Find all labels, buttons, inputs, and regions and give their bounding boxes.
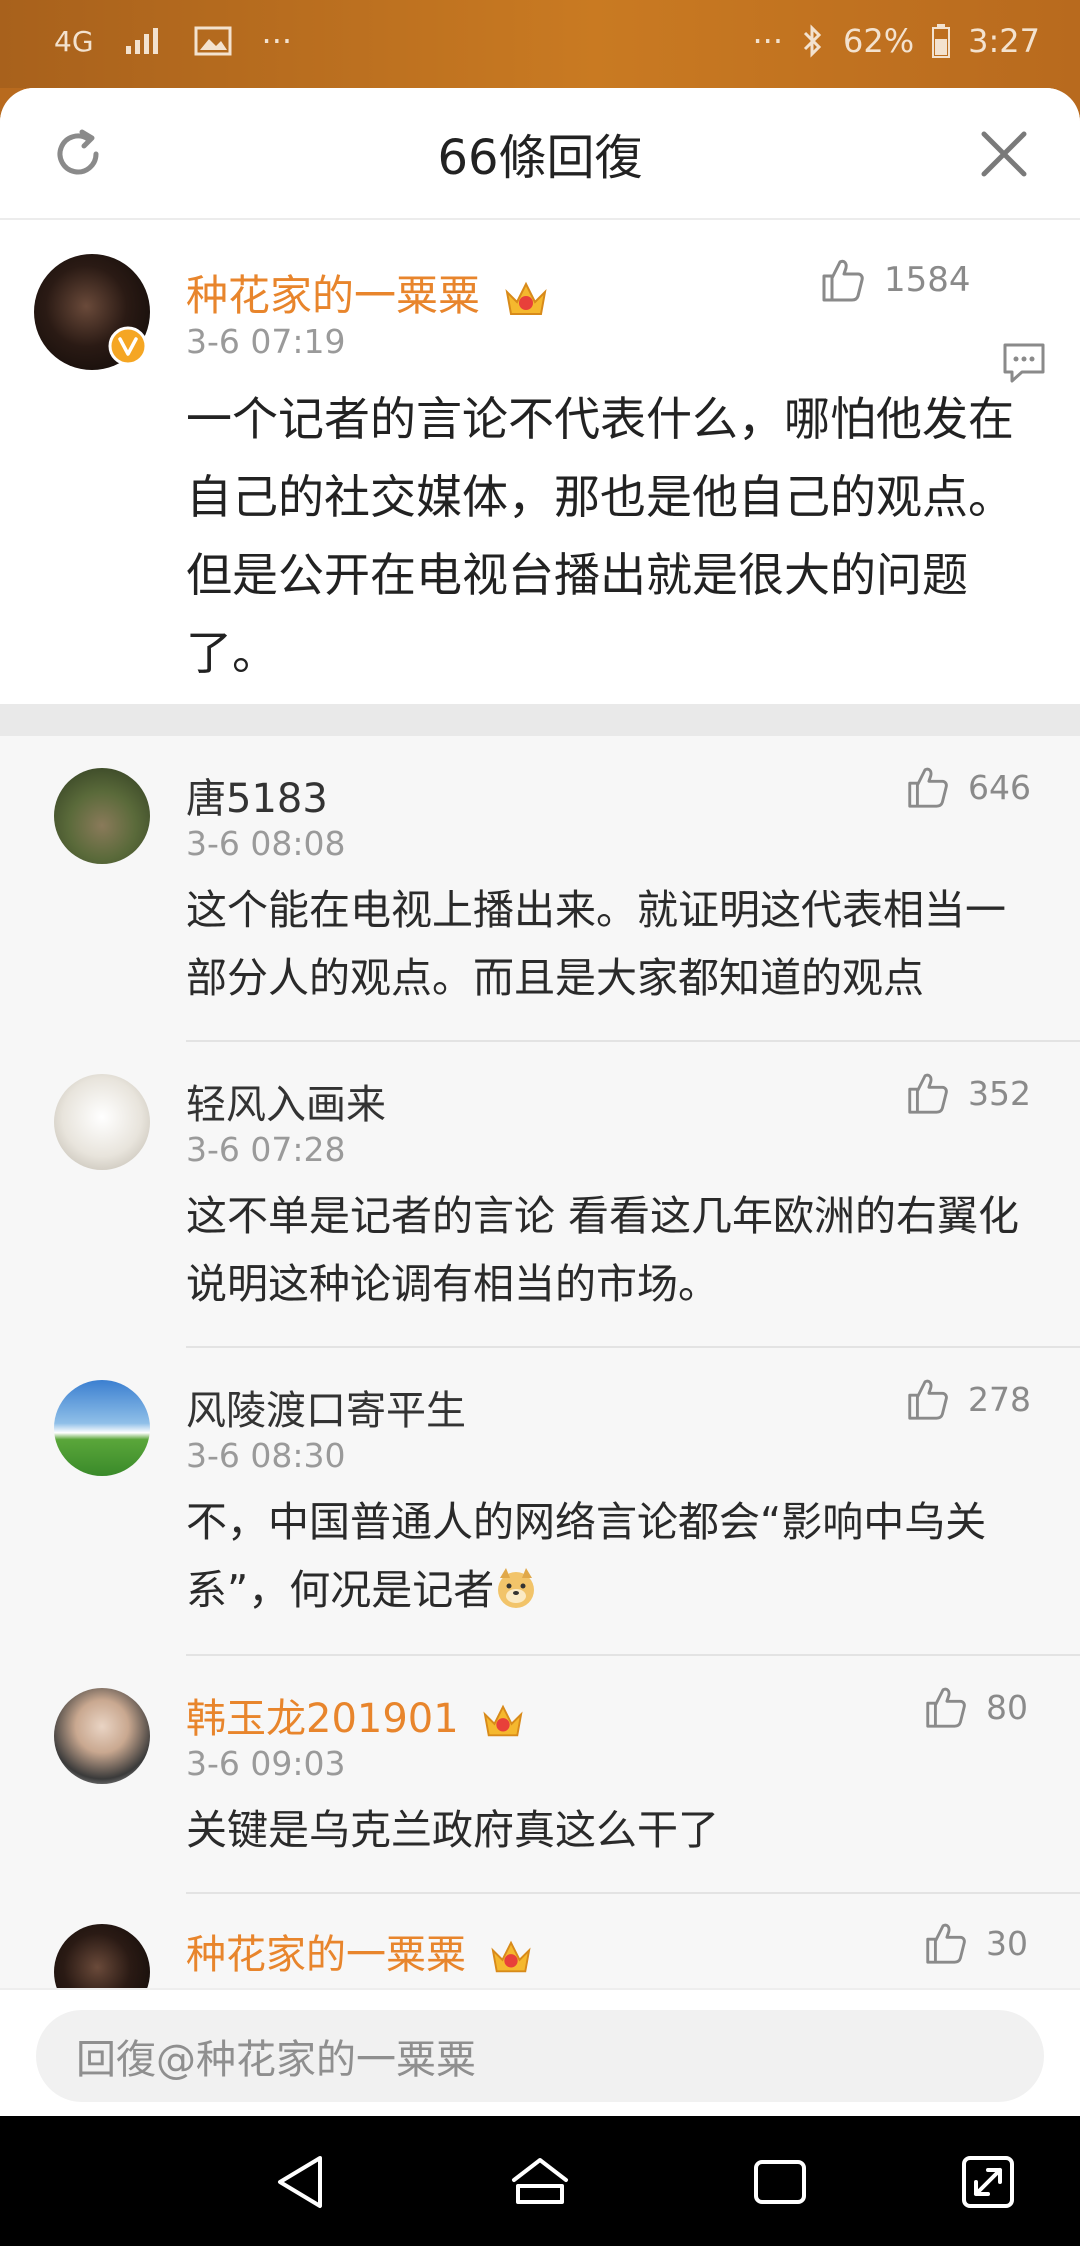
like-count: 80: [986, 1687, 1028, 1727]
verified-badge-icon: [108, 326, 148, 366]
comment-content: 不，中国普通人的网络言论都会“影响中乌关系”，何况是记者: [186, 1488, 1036, 1624]
recent-apps-icon[interactable]: [748, 2150, 812, 2214]
sheet-title: 66條回復: [437, 130, 643, 186]
username[interactable]: 韩玉龙201901: [186, 1686, 525, 1744]
list-item[interactable]: 唐5183 3-6 08:08 646 这个能在电视上播出来。就证明这代表相当一…: [0, 736, 1080, 1042]
timestamp: 3-6 08:08: [186, 824, 346, 863]
back-icon[interactable]: [268, 2150, 332, 2214]
reply-bar: 回復@种花家的一粟粟: [0, 1988, 1080, 2116]
doge-emoji-icon: [498, 1568, 535, 1608]
username[interactable]: 轻风入画来: [186, 1072, 386, 1130]
timestamp: 3-6 09:03: [186, 1744, 346, 1783]
thumbs-up-icon: [926, 1687, 966, 1728]
username-text[interactable]: 韩玉龙201901: [186, 1696, 459, 1742]
username-text[interactable]: 种花家的一粟粟: [186, 271, 480, 320]
vip-crown-icon: [483, 1704, 523, 1737]
username[interactable]: 唐5183: [186, 766, 328, 824]
timestamp: 3-6 08:30: [186, 1436, 346, 1475]
gallery-icon: [194, 26, 232, 56]
clock: 3:27: [968, 22, 1040, 60]
vip-crown-icon: [505, 281, 547, 315]
reply-input[interactable]: 回復@种花家的一粟粟: [36, 2010, 1044, 2102]
like-button[interactable]: 30: [922, 1920, 1028, 1966]
avatar[interactable]: [54, 1074, 150, 1170]
comment-content: 这个能在电视上播出来。就证明这代表相当一部分人的观点。而且是大家都知道的观点: [186, 886, 1006, 1002]
battery-icon: [932, 24, 951, 58]
comment-content: 关键是乌克兰政府真这么干了: [186, 1806, 719, 1854]
avatar[interactable]: [54, 1688, 150, 1784]
timestamp: 3-6 07:28: [186, 1130, 346, 1169]
reply-placeholder: 回復@种花家的一粟粟: [76, 2037, 476, 2083]
network-label: 4G: [54, 24, 94, 58]
avatar[interactable]: [54, 1380, 150, 1476]
expand-icon[interactable]: [956, 2150, 1020, 2214]
root-comment: 种花家的一粟粟 3-6 07:19 1584 一个记者的言论不代表什么，哪怕他发…: [0, 220, 1080, 704]
list-item[interactable]: 轻风入画来 3-6 07:28 352 这不单是记者的言论 看看这几年欧洲的右翼…: [0, 1042, 1080, 1348]
status-dots-left: ···: [261, 22, 293, 60]
status-bar: 4G ··· ··· 62% 3:27: [0, 0, 1080, 88]
thumbs-up-icon: [908, 1073, 948, 1114]
thumbs-up-icon: [822, 259, 864, 302]
vip-crown-icon: [491, 1940, 531, 1973]
like-count: 352: [968, 1073, 1031, 1113]
like-button[interactable]: 352: [904, 1070, 1031, 1116]
bluetooth-icon: [803, 24, 822, 58]
like-button[interactable]: 80: [922, 1684, 1028, 1730]
username[interactable]: 风陵渡口寄平生: [186, 1378, 466, 1436]
like-count: 646: [968, 767, 1031, 807]
list-item[interactable]: 韩玉龙201901 3-6 09:03 80 关键是乌克兰政府真这么干了: [0, 1656, 1080, 1894]
comment-content: 这不单是记者的言论 看看这几年欧洲的右翼化 说明这种论调有相当的市场。: [186, 1192, 1020, 1308]
thumbs-up-icon: [908, 767, 948, 808]
like-count: 1584: [884, 260, 971, 300]
section-divider: [0, 704, 1080, 736]
avatar[interactable]: [54, 768, 150, 864]
list-item[interactable]: 风陵渡口寄平生 3-6 08:30 278 不，中国普通人的网络言论都会“影响中…: [0, 1348, 1080, 1656]
signal-icon: [125, 28, 158, 54]
comment-text: 不，中国普通人的网络言论都会“影响中乌关系”，何况是记者: [186, 1498, 987, 1614]
sheet-header: 66條回復: [0, 88, 1080, 220]
like-count: 30: [986, 1923, 1028, 1963]
reply-list: 唐5183 3-6 08:08 646 这个能在电视上播出来。就证明这代表相当一…: [0, 736, 1080, 2076]
close-icon[interactable]: [976, 126, 1032, 182]
username[interactable]: 种花家的一粟粟: [186, 1922, 533, 1980]
status-dots-right: ···: [752, 22, 784, 60]
like-button[interactable]: 646: [904, 764, 1031, 810]
battery-percent: 62%: [843, 22, 915, 60]
comment-content: 一个记者的言论不代表什么，哪怕他发在自己的社交媒体，那也是他自己的观点。但是公开…: [186, 392, 1014, 680]
home-icon[interactable]: [508, 2150, 572, 2214]
comment-icon[interactable]: [1002, 342, 1046, 384]
thumbs-up-icon: [908, 1379, 948, 1420]
like-button[interactable]: 1584: [818, 256, 971, 304]
username[interactable]: 种花家的一粟粟: [186, 262, 549, 323]
like-count: 278: [968, 1379, 1031, 1419]
username-text[interactable]: 种花家的一粟粟: [186, 1932, 466, 1978]
replies-sheet: 66條回復 种花家的一粟粟 3-6 07:19 1584 一个记者的言论不代表什…: [0, 88, 1080, 2116]
timestamp: 3-6 07:19: [186, 322, 346, 361]
system-nav-bar: [0, 2116, 1080, 2246]
like-button[interactable]: 278: [904, 1376, 1031, 1422]
thumbs-up-icon: [926, 1923, 966, 1964]
